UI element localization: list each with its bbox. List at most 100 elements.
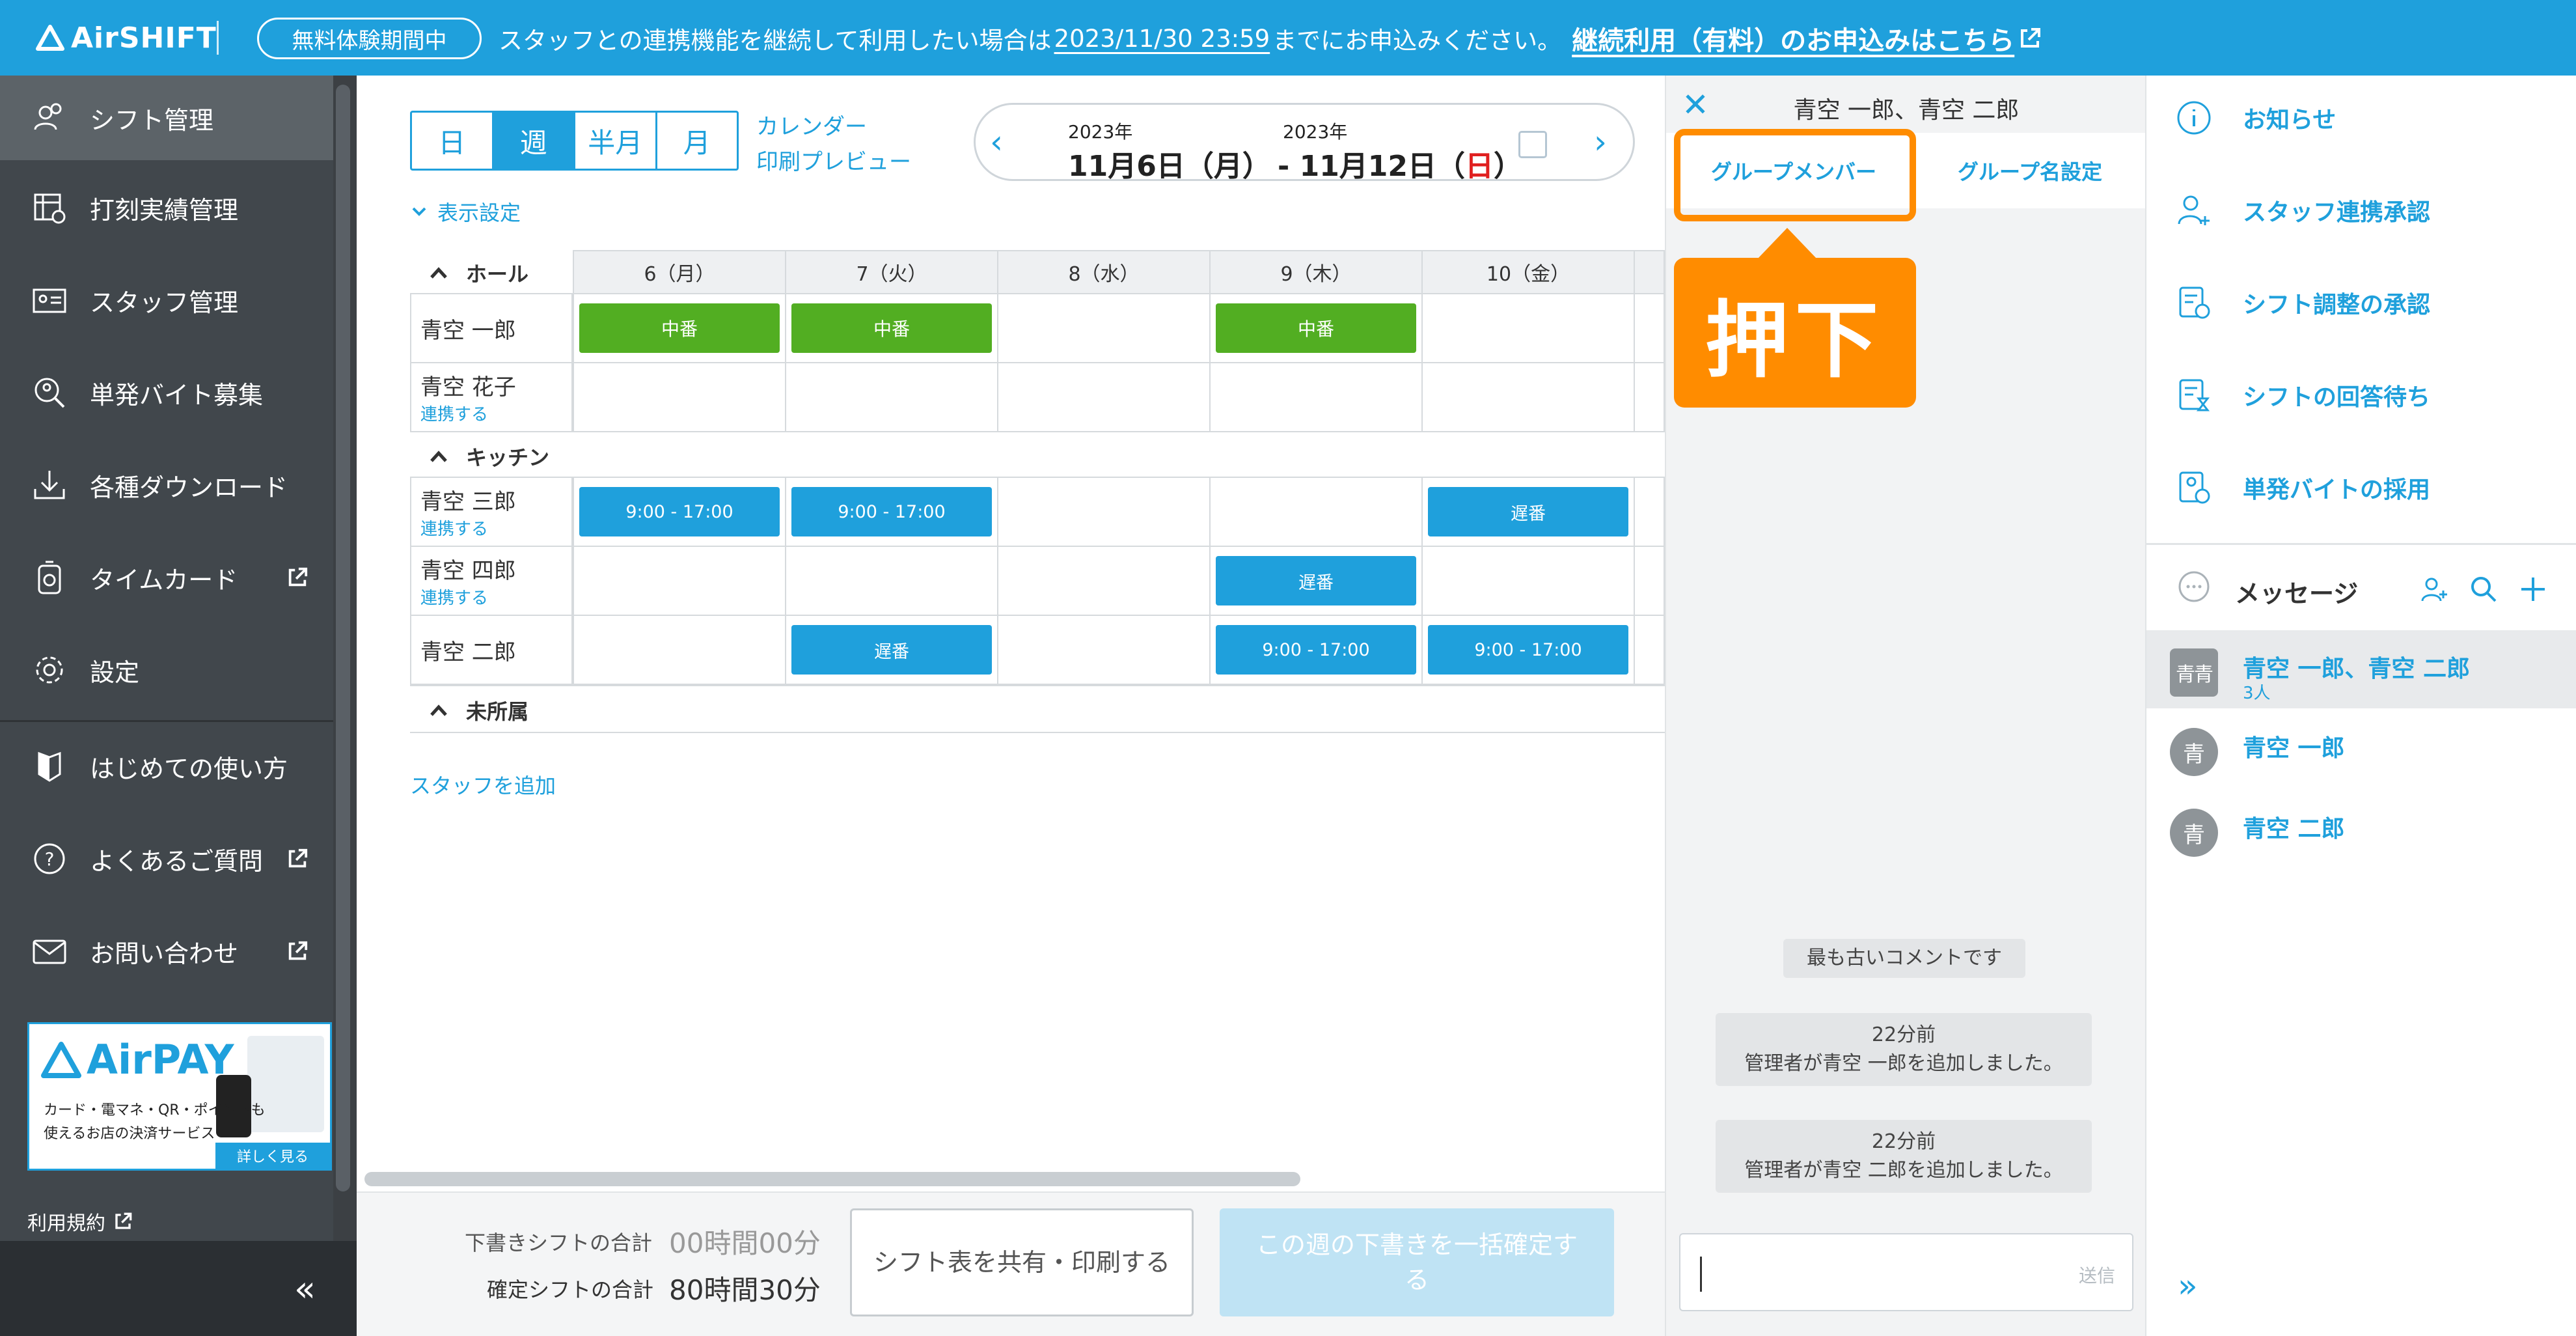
mail-icon — [33, 939, 66, 964]
section-unassigned[interactable]: 未所属 — [410, 688, 528, 733]
shift-block[interactable]: 中番 — [791, 303, 992, 353]
shift-cell[interactable] — [573, 362, 786, 432]
sidebar-item-getting-started[interactable]: はじめての使い方 — [0, 724, 333, 809]
calendar-icon[interactable] — [1518, 131, 1547, 158]
continue-subscription-link[interactable]: 継続利用（有料）のお申込みはこちら — [1572, 20, 2014, 57]
shift-block[interactable]: 9:00 - 17:00 — [791, 487, 992, 536]
shift-cell[interactable] — [997, 362, 1211, 432]
shift-cell[interactable] — [997, 477, 1211, 547]
shift-cell[interactable]: 中番 — [785, 293, 998, 363]
next-week-chevron-icon[interactable]: › — [1594, 123, 1607, 161]
app-logo[interactable]: AirSHIFT — [36, 18, 217, 57]
section-kitchen[interactable]: キッチン — [410, 434, 549, 479]
shift-cell[interactable] — [573, 546, 786, 616]
staff-name-cell[interactable]: 青空 一郎 — [410, 293, 573, 363]
shift-cell[interactable] — [573, 615, 786, 685]
share-print-button[interactable]: シフト表を共有・印刷する — [850, 1208, 1194, 1316]
conversation-item[interactable]: 青 青空 二郎 — [2146, 790, 2576, 869]
shift-block[interactable]: 9:00 - 17:00 — [579, 487, 780, 536]
send-button[interactable]: 送信 — [2079, 1262, 2115, 1288]
person-add-icon[interactable] — [2420, 575, 2448, 604]
notifications-item[interactable]: お知らせ — [2146, 76, 2576, 160]
shift-block[interactable]: 遅番 — [1428, 487, 1628, 536]
shift-cell[interactable] — [1421, 293, 1635, 363]
shift-block[interactable]: 中番 — [1216, 303, 1416, 353]
airpay-logo: AirPAY — [41, 1036, 234, 1083]
conversation-item[interactable]: 青 青空 一郎 — [2146, 710, 2576, 788]
link-staff-button[interactable]: 連携する — [420, 516, 571, 540]
collapse-sidebar-button[interactable]: « — [294, 1268, 316, 1309]
staff-link-approval-item[interactable]: スタッフ連携承認 — [2146, 168, 2576, 253]
shift-response-waiting-item[interactable]: シフトの回答待ち — [2146, 353, 2576, 438]
airpay-more-button[interactable]: 詳しく見る — [215, 1143, 330, 1169]
tab-group-name-settings[interactable]: グループ名設定 — [1913, 134, 2146, 207]
sidebar-item-staff[interactable]: スタッフ管理 — [0, 258, 333, 342]
sidebar-item-onetime-job[interactable]: 単発バイト募集 — [0, 350, 333, 435]
view-day-button[interactable]: 日 — [412, 113, 494, 169]
shift-cell[interactable] — [1209, 477, 1423, 547]
shift-cell[interactable]: 中番 — [573, 293, 786, 363]
sidebar-item-label: お問い合わせ — [90, 939, 239, 968]
onetime-hire-item[interactable]: 単発バイトの採用 — [2146, 445, 2576, 530]
message-time: 22分前 — [1871, 1130, 1936, 1153]
shift-cell[interactable]: 9:00 - 17:00 — [573, 477, 786, 547]
horizontal-scrollbar[interactable] — [364, 1172, 1300, 1186]
sidebar-item-timecard[interactable]: タイムカード — [0, 535, 333, 620]
shift-cell[interactable]: 遅番 — [785, 615, 998, 685]
shift-adjust-approval-item[interactable]: シフト調整の承認 — [2146, 260, 2576, 345]
sidebar-item-shift[interactable]: シフト管理 — [0, 76, 333, 160]
add-staff-link[interactable]: スタッフを追加 — [410, 770, 556, 800]
shift-block[interactable]: 9:00 - 17:00 — [1216, 625, 1416, 675]
sidebar-item-timesheet[interactable]: 打刻実績管理 — [0, 165, 333, 250]
shift-cell[interactable]: 中番 — [1209, 293, 1423, 363]
message-input[interactable]: 送信 — [1679, 1233, 2133, 1311]
messages-title: メッセージ — [2235, 579, 2359, 608]
terms-link[interactable]: 利用規約 — [27, 1207, 133, 1236]
airpay-banner[interactable]: AirPAY カード・電マネ・QR・ポイントも 使えるお店の決済サービス 詳しく… — [27, 1022, 332, 1171]
section-hall[interactable]: ホール — [410, 250, 528, 296]
conversation-item[interactable]: 青青 青空 一郎、青空 二郎 3人 — [2146, 630, 2576, 708]
staff-name-cell[interactable]: 青空 四郎 連携する — [410, 546, 573, 616]
link-staff-button[interactable]: 連携する — [420, 585, 571, 609]
search-icon[interactable] — [2469, 575, 2498, 604]
prev-week-chevron-icon[interactable]: ‹ — [990, 123, 1003, 161]
plus-icon[interactable] — [2519, 575, 2547, 604]
shift-cell[interactable]: 遅番 — [1421, 477, 1635, 547]
sidebar-item-settings[interactable]: 設定 — [0, 628, 333, 712]
shift-cell[interactable] — [997, 615, 1211, 685]
sidebar-item-contact[interactable]: お問い合わせ — [0, 909, 333, 994]
draft-total-label: 下書きシフトの合計 — [465, 1231, 653, 1255]
sidebar-item-download[interactable]: 各種ダウンロード — [0, 443, 333, 527]
view-halfmonth-button[interactable]: 半月 — [575, 113, 657, 169]
shift-cell-overflow — [1634, 615, 1665, 685]
shift-cell[interactable]: 9:00 - 17:00 — [1421, 615, 1635, 685]
shift-cell[interactable] — [997, 293, 1211, 363]
close-icon[interactable]: ✕ — [1682, 86, 1709, 124]
staff-name-cell[interactable]: 青空 二郎 — [410, 615, 573, 685]
shift-block[interactable]: 遅番 — [791, 625, 992, 675]
shift-cell[interactable] — [785, 546, 998, 616]
shift-block[interactable]: 9:00 - 17:00 — [1428, 625, 1628, 675]
shift-cell[interactable] — [785, 362, 998, 432]
sidebar-item-faq[interactable]: ? よくあるご質問 — [0, 816, 333, 901]
view-month-button[interactable]: 月 — [657, 113, 737, 169]
shift-cell[interactable] — [997, 546, 1211, 616]
shift-cell[interactable] — [1421, 546, 1635, 616]
shift-block[interactable]: 中番 — [579, 303, 780, 353]
shift-cell[interactable]: 9:00 - 17:00 — [785, 477, 998, 547]
staff-name-cell[interactable]: 青空 花子 連携する — [410, 362, 573, 432]
right-panel: お知らせ スタッフ連携承認 シフト調整の承認 シフトの回答待ち 単発バイトの採用… — [2145, 76, 2576, 1336]
shift-cell[interactable]: 遅番 — [1209, 546, 1423, 616]
view-week-button[interactable]: 週 — [493, 113, 575, 169]
shift-block[interactable]: 遅番 — [1216, 556, 1416, 605]
link-staff-button[interactable]: 連携する — [420, 401, 571, 425]
shift-cell[interactable]: 9:00 - 17:00 — [1209, 615, 1423, 685]
shift-cell[interactable] — [1421, 362, 1635, 432]
shift-cell[interactable] — [1209, 362, 1423, 432]
staff-name-cell[interactable]: 青空 三郎 連携する — [410, 477, 573, 547]
confirm-week-drafts-button[interactable]: この週の下書きを一括確定する — [1220, 1208, 1614, 1316]
calendar-print-preview-link[interactable]: カレンダー 印刷プレビュー — [756, 109, 911, 180]
sidebar-scrollbar[interactable] — [336, 85, 350, 1191]
expand-panel-button[interactable]: » — [2178, 1267, 2198, 1305]
display-settings-toggle[interactable]: 表示設定 — [410, 197, 521, 227]
